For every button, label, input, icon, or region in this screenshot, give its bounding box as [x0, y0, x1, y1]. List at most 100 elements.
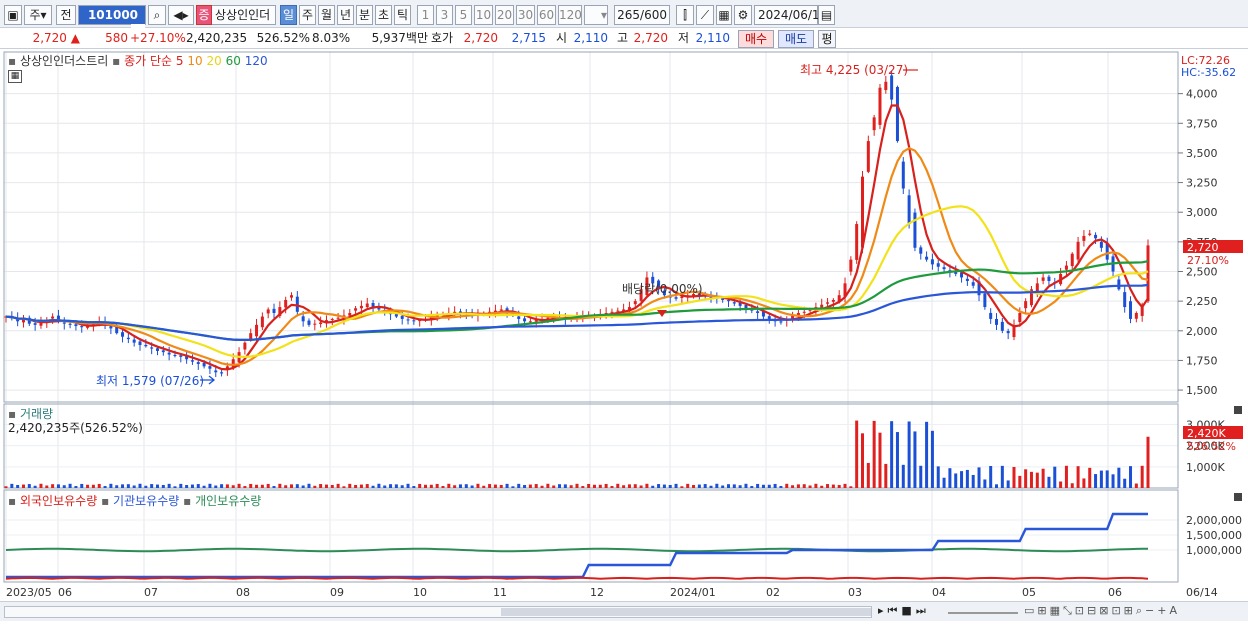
candle-body: [1076, 241, 1080, 260]
interval-10[interactable]: 10: [474, 5, 493, 25]
period-tab-year[interactable]: 년: [337, 5, 354, 25]
volume-bar: [633, 484, 637, 488]
volume-bar: [1088, 467, 1092, 488]
institution-holdings-label[interactable]: 기관보유수량: [113, 494, 179, 508]
chart-area[interactable]: 3,000K 2,000K 1,000K 2,000,000 1,500,000 1,0…: [0, 50, 1248, 621]
zoom-slider[interactable]: [948, 612, 1018, 614]
volume-bar: [913, 431, 917, 488]
volume-bar: [785, 483, 789, 488]
interval-3[interactable]: 3: [436, 5, 453, 25]
volume-bar: [272, 486, 276, 488]
x-tick-label: 04: [932, 586, 946, 599]
market-select[interactable]: 전: [56, 5, 76, 25]
playback-controls[interactable]: ▸⏮■⏭: [878, 604, 930, 618]
volume-bar: [1094, 474, 1098, 488]
line-tool-icon[interactable]: ⟋: [696, 5, 714, 25]
holdings-y-tick: 2,000,000: [1186, 514, 1242, 527]
interval-60[interactable]: 60: [537, 5, 556, 25]
x-tick-label: 11: [493, 586, 507, 599]
candle-body: [849, 259, 853, 272]
volume-bar: [27, 484, 31, 488]
calendar-icon[interactable]: ▤: [818, 5, 835, 25]
table-icon[interactable]: ▦: [8, 70, 22, 83]
gear-icon[interactable]: ⚙: [734, 5, 752, 25]
candle-body: [826, 302, 830, 304]
interval-120[interactable]: 120: [558, 5, 582, 25]
volume-bar: [715, 483, 719, 488]
price-panel-title[interactable]: 상상인인더스트리: [20, 54, 108, 68]
ma-5-label[interactable]: 5: [176, 54, 184, 68]
save-icon[interactable]: ▦: [716, 5, 732, 25]
period-tab-second[interactable]: 초: [375, 5, 392, 25]
volume-bar: [441, 486, 445, 488]
period-tab-week[interactable]: 주: [299, 5, 316, 25]
candle-body: [1064, 265, 1068, 270]
interval-5[interactable]: 5: [455, 5, 472, 25]
x-tick-label: 05: [1022, 586, 1036, 599]
scrollbar-thumb[interactable]: [501, 608, 871, 616]
volume-bar: [692, 485, 696, 488]
volume-bar: [103, 486, 107, 488]
interval-1[interactable]: 1: [417, 5, 434, 25]
candle-body: [930, 259, 934, 265]
settings-icon[interactable]: ▪: [8, 54, 16, 68]
volume-bar: [377, 483, 381, 488]
period-tab-day[interactable]: 일: [280, 5, 297, 25]
volume-bar: [68, 483, 72, 488]
ma-20-label[interactable]: 20: [206, 54, 221, 68]
candle-body: [1041, 277, 1045, 281]
volume-bar: [895, 432, 899, 488]
sell-button[interactable]: 매도: [778, 30, 814, 48]
prev-next-stock-button[interactable]: ◀▸: [168, 5, 194, 25]
volume-bar: [150, 484, 154, 488]
stock-code-input[interactable]: 101000▾: [78, 5, 146, 42]
candle-body: [51, 316, 55, 319]
candle-body: [517, 316, 521, 319]
volume-bar: [686, 483, 690, 488]
ask-price: 2,720: [463, 31, 498, 45]
volume-bar: [86, 484, 90, 488]
y-tick-label: 2,250: [1186, 295, 1218, 308]
eval-button[interactable]: 평: [818, 30, 836, 48]
volume-bar: [1059, 481, 1063, 488]
ma-10-label[interactable]: 10: [187, 54, 202, 68]
date-field[interactable]: 2024/06/14: [754, 5, 827, 25]
volume-bar: [598, 484, 602, 488]
candle-body: [942, 267, 946, 270]
candle-body: [214, 370, 218, 373]
volume-bar: [155, 484, 159, 488]
interval-30[interactable]: 30: [516, 5, 535, 25]
count-field[interactable]: 265/600: [614, 5, 670, 25]
interval-20[interactable]: 20: [495, 5, 514, 25]
settings-icon-5[interactable]: ▪: [101, 494, 109, 508]
candle-body: [1047, 276, 1051, 281]
period-tab-month[interactable]: 월: [318, 5, 335, 25]
ma-120-label[interactable]: 120: [245, 54, 268, 68]
volume-bar: [499, 484, 503, 488]
type-select[interactable]: 주▾: [24, 5, 52, 25]
ma-label[interactable]: 종가 단순: [124, 54, 172, 68]
candle-icon[interactable]: ⫿: [676, 5, 694, 25]
individual-holdings-label[interactable]: 개인보유수량: [195, 494, 261, 508]
horizontal-scrollbar[interactable]: [4, 606, 872, 618]
volume-bar: [1099, 470, 1103, 488]
buy-button[interactable]: 매수: [738, 30, 774, 48]
candle-body: [1082, 235, 1086, 241]
settings-icon-2[interactable]: ▪: [112, 54, 120, 68]
foreign-holdings-label[interactable]: 외국인보유수량: [20, 494, 97, 508]
chart-type-icon[interactable]: ▣: [4, 5, 22, 25]
ma-60-label[interactable]: 60: [226, 54, 241, 68]
max-annotation: 최고 4,225 (03/27): [800, 63, 908, 77]
settings-icon-4[interactable]: ▪: [8, 494, 16, 508]
interval-dropdown[interactable]: ▾: [584, 5, 608, 25]
period-tab-minute[interactable]: 분: [356, 5, 373, 25]
period-tab-tick[interactable]: 틱: [394, 5, 411, 25]
candle-body: [1000, 321, 1004, 331]
search-icon[interactable]: ⌕: [148, 5, 166, 25]
volume-bar: [709, 485, 713, 488]
tool-icons[interactable]: ▭⊞▦⤡⊡⊟⊠⊡⊞⌕−+A: [1024, 604, 1180, 618]
settings-icon-6[interactable]: ▪: [183, 494, 191, 508]
candle-body: [33, 323, 37, 325]
change-pct: +27.10%: [130, 31, 186, 45]
candle-body: [546, 317, 550, 319]
